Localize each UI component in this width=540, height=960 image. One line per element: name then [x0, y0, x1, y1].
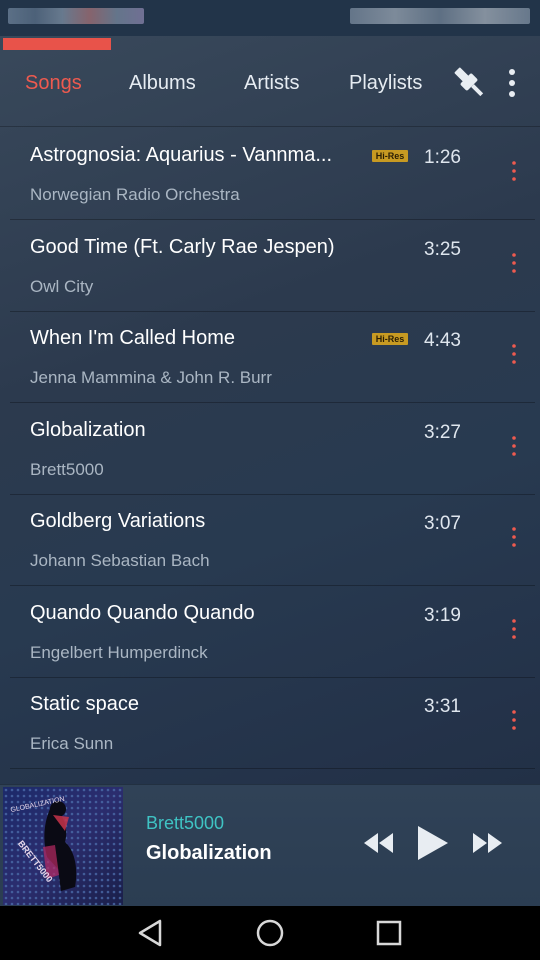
list-item[interactable]: Good Time (Ft. Carly Rae Jespen) 3:25 Ow…: [10, 220, 535, 312]
tab-artists[interactable]: Artists: [244, 72, 300, 95]
song-artist: Johann Sebastian Bach: [30, 551, 210, 570]
more-vert-icon[interactable]: [502, 429, 526, 463]
hires-badge: Hi-Res: [372, 333, 408, 345]
more-vert-icon[interactable]: [502, 154, 526, 188]
song-artist: Jenna Mammina & John R. Burr: [30, 368, 272, 387]
list-item[interactable]: Quando Quando Quando 3:19 Engelbert Hump…: [10, 586, 535, 678]
more-vert-icon[interactable]: [502, 520, 526, 554]
recents-square-icon[interactable]: [375, 919, 403, 952]
song-title: Static space: [30, 693, 139, 715]
song-title: Globalization: [30, 419, 146, 441]
song-artist: Norwegian Radio Orchestra: [30, 185, 240, 204]
tab-bar: Songs Albums Artists Playlists: [0, 52, 540, 112]
tab-playlists[interactable]: Playlists: [349, 72, 422, 95]
play-icon[interactable]: [412, 823, 452, 868]
now-playing-artist[interactable]: Brett5000: [146, 813, 224, 834]
song-title: Goldberg Variations: [30, 510, 206, 532]
status-indicators-blurred: [350, 8, 530, 24]
song-duration: 1:26: [424, 147, 461, 168]
song-artist: Engelbert Humperdinck: [30, 643, 208, 662]
song-title: Astrognosia: Aquarius - Vannma...: [30, 144, 333, 166]
tab-songs[interactable]: Songs: [25, 72, 82, 95]
song-title: When I'm Called Home: [30, 327, 235, 349]
more-vert-icon[interactable]: [502, 612, 526, 646]
song-duration: 3:25: [424, 239, 461, 260]
more-vert-icon[interactable]: [500, 66, 524, 100]
song-title: Quando Quando Quando: [30, 602, 255, 624]
song-duration: 3:07: [424, 513, 461, 534]
more-vert-icon[interactable]: [502, 703, 526, 737]
song-title: Good Time (Ft. Carly Rae Jespen): [30, 236, 335, 258]
fast-forward-icon[interactable]: [470, 829, 504, 862]
home-circle-icon[interactable]: [255, 918, 285, 953]
system-nav-bar: [0, 906, 540, 960]
status-icons-blurred: [8, 8, 144, 24]
song-duration: 3:27: [424, 422, 461, 443]
plug-icon[interactable]: [450, 63, 488, 101]
back-triangle-icon[interactable]: [136, 918, 164, 953]
list-item[interactable]: Globalization 3:27 Brett5000: [10, 403, 535, 495]
list-item[interactable]: Goldberg Variations 3:07 Johann Sebastia…: [10, 494, 535, 586]
now-playing-title[interactable]: Globalization: [146, 842, 272, 865]
list-item[interactable]: Static space 3:31 Erica Sunn: [10, 677, 535, 769]
accent-bar: [3, 38, 111, 50]
song-artist: Erica Sunn: [30, 734, 114, 753]
list-item[interactable]: When I'm Called Home Hi-Res 4:43 Jenna M…: [10, 311, 535, 403]
tab-albums[interactable]: Albums: [129, 72, 196, 95]
status-bar: [0, 0, 540, 36]
rewind-icon[interactable]: [362, 829, 396, 862]
more-vert-icon[interactable]: [502, 246, 526, 280]
hires-badge: Hi-Res: [372, 150, 408, 162]
mini-player: GLOBALIZATION BRETT5000 Brett5000 Global…: [0, 784, 540, 907]
album-art[interactable]: GLOBALIZATION BRETT5000: [3, 787, 123, 905]
song-artist: Owl City: [30, 277, 94, 296]
more-vert-icon[interactable]: [502, 337, 526, 371]
tab-divider: [0, 126, 540, 127]
song-duration: 3:19: [424, 605, 461, 626]
list-item[interactable]: Astrognosia: Aquarius - Vannma... Hi-Res…: [10, 128, 535, 220]
song-artist: Brett5000: [30, 460, 104, 479]
song-duration: 4:43: [424, 330, 461, 351]
song-duration: 3:31: [424, 696, 461, 717]
